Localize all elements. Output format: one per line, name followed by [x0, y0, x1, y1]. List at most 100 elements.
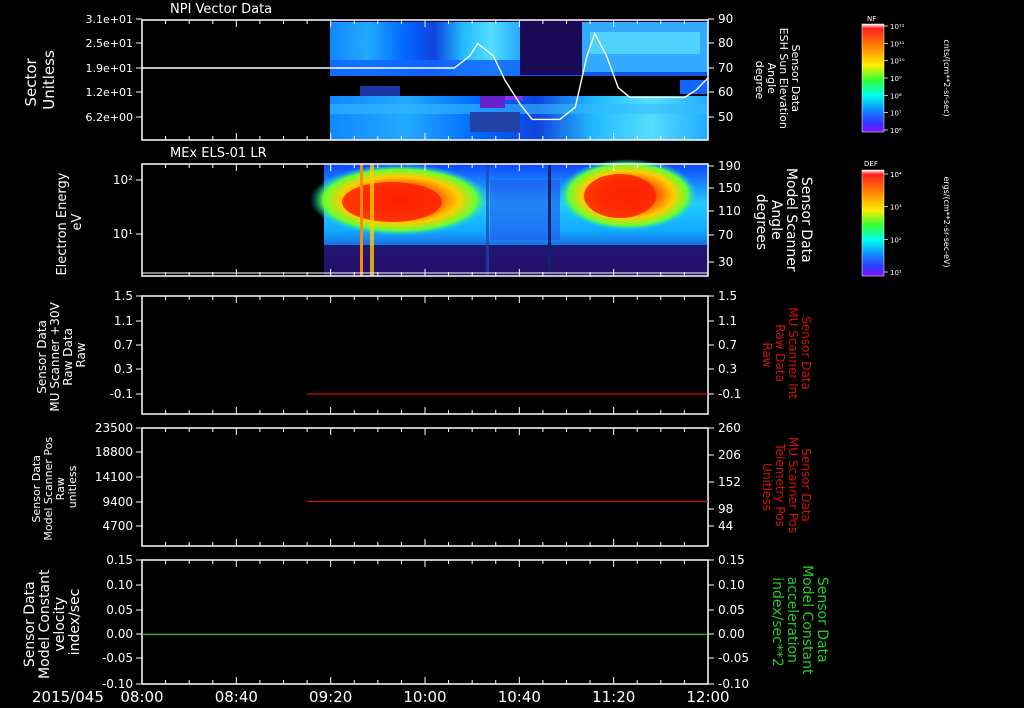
- panel-scanner-pos-frame: [141, 427, 709, 547]
- colorbar-els-gradient: [861, 169, 885, 277]
- ytick-left-label: 10²: [113, 173, 133, 187]
- colorbar-tick-label: 10¹⁰: [890, 58, 905, 66]
- ytick-left-label: -0.1: [110, 387, 133, 401]
- colorbar-tick-label: 10¹¹: [890, 40, 905, 48]
- time-tick-label: 10:40: [498, 688, 541, 706]
- panel-scanner-30v: 1.5 1.1 0.7 0.3 -0.1 1.5 1.1 0.7 0.3 -0.1 Sensor…: [35, 289, 813, 415]
- panel-npi: NPI Vector Data 3.1e+01 2.5e+01 1.9e+01 1.2…: [22, 2, 802, 141]
- colorbar-tick-label: 10⁸: [890, 92, 902, 100]
- ytick-left-label: 1.1: [114, 314, 133, 328]
- panel-constant-velocity-ylabel-right: Sensor Data Model Constant acceleration …: [769, 565, 830, 679]
- ytick-left-label: 0.05: [106, 603, 133, 617]
- ytick-left-label: 18800: [95, 445, 133, 459]
- colorbar-npi-unit: cnts/(cm**2-sr-sec): [942, 39, 951, 116]
- colorbar-tick-label: 10¹²: [890, 23, 905, 31]
- ytick-left-label: 3.1e+01: [86, 13, 133, 26]
- ytick-left-label: 4700: [102, 519, 133, 533]
- colorbar-tick-label: 10⁴: [890, 171, 902, 179]
- ytick-left-label: 1.5: [114, 289, 133, 303]
- colorbar-tick-label: 10³: [890, 204, 902, 212]
- panel-constant-velocity: 0.150.100.050.00-0.05-0.10 0.150.100.050…: [22, 553, 830, 691]
- colorbar-tick-label: 10¹: [890, 269, 902, 277]
- ytick-right-label: 0.7: [718, 338, 737, 352]
- colorbar-els-unit: ergs/(cm**2-sr-sec-eV): [942, 176, 951, 267]
- colorbar-els: DEF 10⁴ 10³ 10² 10¹ ergs/(cm**2-sr-sec-eV): [861, 160, 951, 277]
- panel-scanner-pos-right-ticks: 260 206 152 98 44: [708, 421, 741, 533]
- ytick-left-label: 6.2e+00: [86, 111, 133, 124]
- panel-npi-title: NPI Vector Data: [170, 2, 272, 17]
- colorbar-npi-ticks: 10¹² 10¹¹ 10¹⁰ 10⁹ 10⁸ 10⁷ 10⁶: [884, 23, 905, 135]
- colorbar-tick-label: 10⁷: [890, 110, 902, 118]
- time-tick-label: 10:00: [403, 688, 446, 706]
- panel-constant-velocity-left-ticks: 0.150.100.050.00-0.05-0.10: [102, 553, 709, 691]
- time-axis: 2015/045 08:00 08:40 09:20 10:00 10:40 11:20 1…: [32, 688, 730, 706]
- ytick-right-label: 80: [718, 36, 733, 50]
- time-tick-label: 08:40: [215, 688, 258, 706]
- ytick-right-label: 44: [718, 519, 733, 533]
- els-spectrogram: [310, 159, 708, 276]
- panel-constant-velocity-frame: [141, 559, 709, 685]
- ytick-right-label: 30: [718, 255, 733, 269]
- ytick-right-label: 260: [718, 421, 741, 435]
- ytick-left-label: 0.15: [106, 553, 133, 567]
- ytick-right-label: 98: [718, 502, 733, 516]
- panel-scanner-pos-ylabel-right: Sensor Data MU Scanner Pos Telemetry Pos…: [760, 437, 813, 537]
- ytick-left-label: 1.9e+01: [86, 62, 133, 75]
- ytick-left-label: 10¹: [113, 227, 133, 241]
- plot-canvas: NPI Vector Data 3.1e+01 2.5e+01 1.9e+01 1.2…: [22, 2, 951, 706]
- panel-constant-velocity-ylabel-left: Sensor Data Model Constant velocity inde…: [22, 565, 83, 679]
- ytick-left-label: -0.05: [102, 651, 133, 665]
- ytick-left-label: 14100: [95, 470, 133, 484]
- ytick-right-label: 190: [718, 159, 741, 173]
- ytick-right-label: 0.00: [718, 627, 745, 641]
- ytick-right-label: 1.1: [718, 314, 737, 328]
- ytick-right-label: 0.15: [718, 553, 745, 567]
- ytick-right-label: -0.05: [718, 651, 749, 665]
- panel-els: MEx ELS-01 LR 10² 10¹ 190 150 110 70 30 Elect…: [55, 146, 814, 277]
- ytick-right-label: 70: [718, 61, 733, 75]
- panel-scanner-30v-ylabel-left: Sensor Data MU Scanner +30V Raw Data Raw: [35, 298, 88, 411]
- panel-constant-velocity-right-ticks: 0.150.100.050.00-0.05-0.10: [708, 553, 749, 691]
- ytick-right-label: 70: [718, 228, 733, 242]
- npi-spectrogram: [330, 20, 708, 140]
- ytick-left-label: 1.2e+01: [86, 86, 133, 99]
- ytick-left-label: 2.5e+01: [86, 37, 133, 50]
- ytick-right-label: 150: [718, 181, 741, 195]
- colorbar-els-name: DEF: [864, 160, 878, 168]
- panel-npi-ylabel-right: Sensor Data ESH Sun Elevation Angle degr…: [753, 28, 802, 133]
- time-tick-label: 09:20: [309, 688, 352, 706]
- time-tick-label: 08:00: [120, 688, 163, 706]
- panel-els-title: MEx ELS-01 LR: [170, 146, 267, 161]
- panel-scanner-30v-frame: [141, 295, 709, 415]
- panel-els-right-ticks: 190 150 110 70 30: [708, 159, 741, 269]
- panel-scanner-pos-left-ticks: 23500 18800 14100 9400 4700: [95, 421, 709, 546]
- ytick-left-label: 23500: [95, 421, 133, 435]
- panel-scanner-30v-ylabel-right: Sensor Data MU Scanner Int Raw Data Raw: [760, 307, 813, 403]
- panel-scanner-pos-ylabel-left: Sensor Data Model Scanner Pos Raw unitle…: [30, 433, 79, 540]
- time-tick-label: 12:00: [686, 688, 729, 706]
- panel-scanner-30v-left-ticks: 1.5 1.1 0.7 0.3 -0.1: [110, 289, 709, 414]
- ytick-right-label: 206: [718, 448, 741, 462]
- ytick-right-label: 90: [718, 12, 733, 26]
- ytick-right-label: 110: [718, 204, 741, 218]
- panel-scanner-30v-right-ticks: 1.5 1.1 0.7 0.3 -0.1: [708, 289, 741, 401]
- ytick-right-label: 0.05: [718, 603, 745, 617]
- panel-npi-ylabel-left: Sector Unitless: [22, 50, 58, 110]
- colorbar-els-ticks: 10⁴ 10³ 10² 10¹: [884, 171, 902, 277]
- ytick-right-label: 50: [718, 110, 733, 124]
- colorbar-tick-label: 10²: [890, 236, 902, 244]
- colorbar-tick-label: 10⁶: [890, 127, 902, 135]
- colorbar-npi-gradient: [861, 23, 885, 133]
- ytick-left-label: 0.7: [114, 338, 133, 352]
- panel-els-ylabel-right: Sensor Data Model Scanner Angle degrees: [753, 168, 814, 276]
- ytick-right-label: 60: [718, 85, 733, 99]
- time-tick-label: 11:20: [592, 688, 635, 706]
- colorbar-npi: NF 10¹² 10¹¹ 10¹⁰ 10⁹ 10⁸ 10⁷ 10⁶ cnts/(cm**2-…: [861, 15, 951, 135]
- time-axis-ticks: 08:00 08:40 09:20 10:00 10:40 11:20 12:00: [120, 688, 729, 706]
- colorbar-tick-label: 10⁹: [890, 75, 902, 83]
- ytick-right-label: 0.10: [718, 578, 745, 592]
- ytick-right-label: -0.1: [718, 387, 741, 401]
- panel-npi-right-ticks: 90 80 70 60 50: [708, 12, 733, 124]
- colorbar-npi-name: NF: [867, 15, 876, 23]
- ytick-left-label: 0.00: [106, 627, 133, 641]
